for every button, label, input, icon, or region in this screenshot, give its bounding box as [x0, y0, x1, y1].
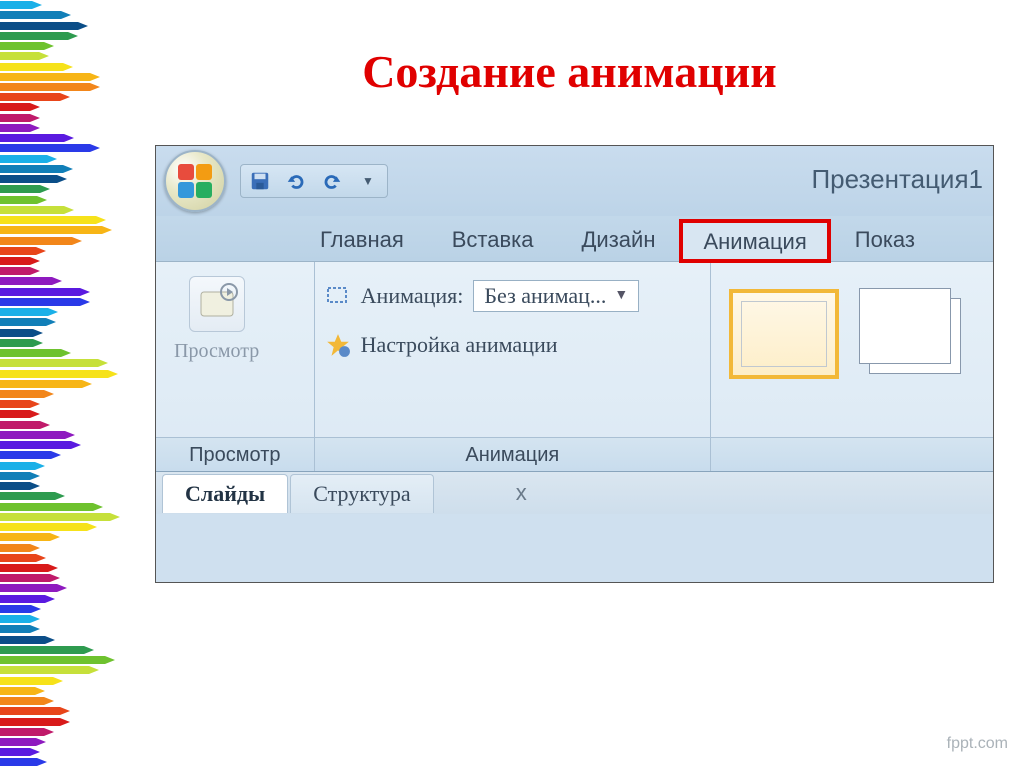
preview-button-label: Просмотр: [174, 340, 259, 363]
transition-gallery: [721, 270, 983, 398]
ribbon-body: Просмотр Просмотр Анимация: Без анимац..…: [156, 262, 993, 472]
animation-combo[interactable]: Без анимац... ▼: [473, 280, 639, 312]
tab-insert[interactable]: Вставка: [428, 217, 558, 261]
preview-icon: [189, 276, 245, 332]
quick-access-toolbar: ▼: [240, 164, 388, 198]
preview-button[interactable]: Просмотр: [166, 270, 267, 369]
tab-home[interactable]: Главная: [296, 217, 428, 261]
transition-thumb-fade[interactable]: [855, 284, 975, 384]
ribbon-group-transitions: [711, 262, 993, 471]
ribbon-tabs: Главная Вставка Дизайн Анимация Показ: [156, 216, 993, 262]
animation-combo-label: Анимация:: [361, 283, 464, 309]
slide-panel-tabs: Слайды Структура x: [156, 472, 993, 514]
save-icon[interactable]: [249, 170, 271, 192]
frame-icon: [325, 283, 351, 309]
office-logo-icon: [178, 164, 212, 198]
animation-combo-row: Анимация: Без анимац... ▼: [325, 280, 640, 312]
star-gear-icon: [325, 332, 351, 358]
transitions-group-label: [711, 437, 993, 471]
ribbon-group-animation: Анимация: Без анимац... ▼ Настройка аним…: [315, 262, 711, 471]
animation-settings-button[interactable]: Настройка анимации: [325, 332, 640, 358]
title-bar: ▼ Презентация1: [156, 146, 993, 216]
preview-group-label: Просмотр: [156, 437, 314, 471]
animation-group-label: Анимация: [315, 437, 710, 471]
office-button[interactable]: [164, 150, 226, 212]
pencil-border-decoration: [0, 0, 130, 767]
chevron-down-icon: ▼: [614, 288, 628, 304]
tab-slides[interactable]: Слайды: [162, 474, 288, 513]
document-title: Презентация1: [811, 164, 983, 195]
slide-title: Создание анимации: [155, 45, 984, 98]
ribbon-group-preview: Просмотр Просмотр: [156, 262, 315, 471]
undo-icon[interactable]: [285, 170, 307, 192]
tab-design[interactable]: Дизайн: [558, 217, 680, 261]
qat-dropdown-icon[interactable]: ▼: [357, 170, 379, 192]
redo-icon[interactable]: [321, 170, 343, 192]
footer-watermark: fppt.com: [947, 735, 1008, 753]
tab-animation[interactable]: Анимация: [679, 219, 830, 263]
transition-thumb-none[interactable]: [729, 289, 839, 379]
powerpoint-screenshot: ▼ Презентация1 Главная Вставка Дизайн Ан…: [155, 145, 994, 583]
animation-combo-value: Без анимац...: [484, 283, 606, 309]
tab-slideshow[interactable]: Показ: [831, 217, 939, 261]
tab-outline[interactable]: Структура: [290, 474, 433, 513]
close-panel-button[interactable]: x: [506, 476, 537, 510]
animation-settings-label: Настройка анимации: [361, 332, 558, 358]
